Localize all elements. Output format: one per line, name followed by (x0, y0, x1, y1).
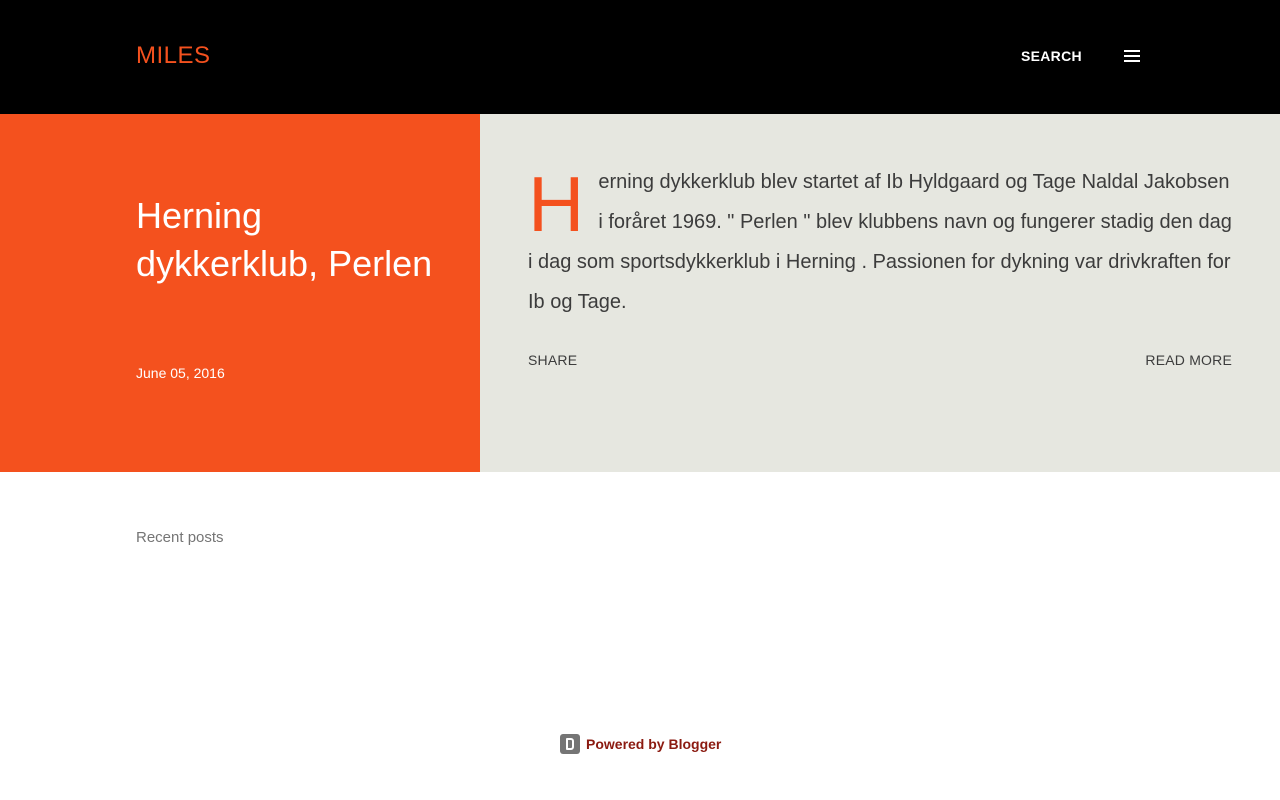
share-button[interactable]: SHARE (528, 351, 577, 369)
post-snippet-panel: H erning dykkerklub blev startet af Ib H… (480, 114, 1280, 472)
blog-title-link[interactable]: MILES (136, 40, 211, 72)
post-title-panel: Herning dykkerklub, Perlen June 05, 2016 (0, 114, 480, 472)
read-more-link[interactable]: READ MORE (1145, 351, 1232, 369)
recent-posts-heading: Recent posts (136, 529, 224, 546)
post-title-link[interactable]: Herning dykkerklub, Perlen (136, 192, 436, 288)
powered-by-blogger-link[interactable]: Powered by Blogger (586, 734, 721, 754)
dropcap-letter: H (528, 160, 585, 248)
search-button[interactable]: SEARCH (1021, 46, 1082, 66)
menu-icon[interactable] (1120, 44, 1144, 68)
post-snippet[interactable]: H erning dykkerklub blev startet af Ib H… (528, 162, 1234, 322)
header-bar: MILES SEARCH (0, 0, 1280, 114)
footer: Powered by Blogger (560, 733, 721, 755)
post-date-link[interactable]: June 05, 2016 (136, 363, 225, 383)
snippet-text: erning dykkerklub blev startet af Ib Hyl… (528, 171, 1232, 313)
blogger-logo-icon[interactable] (560, 734, 580, 754)
